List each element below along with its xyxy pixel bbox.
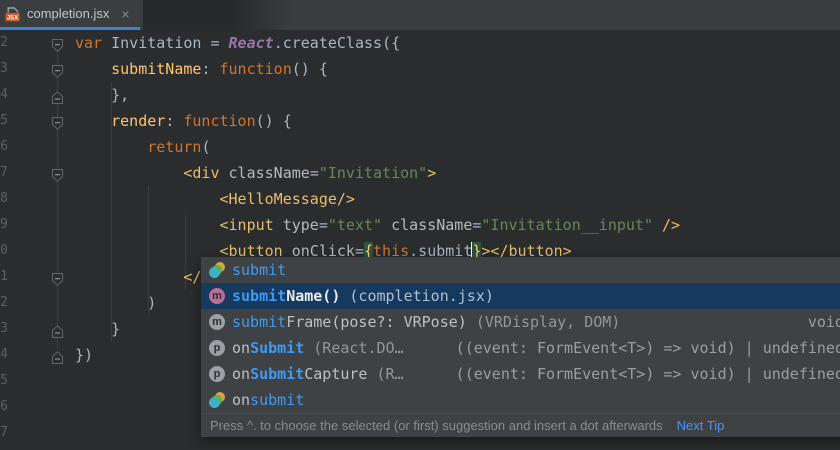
fold-marker-icon[interactable] <box>51 113 64 128</box>
completion-label-part: (VRDisplay, DOM) <box>467 309 621 335</box>
code-text: return( <box>75 134 210 160</box>
completion-label-part: Submit <box>250 361 304 387</box>
code-text: <input type="text" className="Invitation… <box>75 212 680 238</box>
fold-marker-icon[interactable] <box>51 321 64 336</box>
tab-title: completion.jsx <box>27 6 109 22</box>
code-line[interactable]: 3 submitName: function() { <box>0 56 840 82</box>
code-text: } <box>75 316 120 342</box>
line-number: 14 <box>0 342 8 368</box>
code-text: ) <box>75 290 156 316</box>
line-number: 17 <box>0 420 8 446</box>
line-number: 15 <box>0 368 8 394</box>
completion-label-part: submit <box>232 257 286 283</box>
line-number: 4 <box>0 82 8 108</box>
code-line[interactable]: 9 <input type="text" className="Invitati… <box>0 212 840 238</box>
completion-label-part: Frame(pose?: VRPose) <box>286 309 467 335</box>
completion-item[interactable]: msubmitName() (completion.jsx) <box>201 283 840 309</box>
completion-label-part: Name() <box>286 283 340 309</box>
code-text: var Invitation = React.createClass({ <box>75 30 400 56</box>
line-number: 10 <box>0 238 8 264</box>
completion-label-part: submit <box>232 283 286 309</box>
line-number: 9 <box>0 212 8 238</box>
variants-icon <box>209 392 225 408</box>
completion-label-part: (R… <box>367 361 403 387</box>
tab-bar-shade <box>143 0 293 30</box>
completion-type-hint: ((event: FormEvent<T>) => void) | undefi… <box>456 361 840 387</box>
line-number: 7 <box>0 160 8 186</box>
line-number: 8 <box>0 186 8 212</box>
tab-close-icon[interactable]: × <box>121 7 129 21</box>
completion-item[interactable]: submit <box>201 257 840 283</box>
line-number: 11 <box>0 264 8 290</box>
completion-label-part: Capture <box>304 361 367 387</box>
code-text: <HelloMessage/> <box>75 186 355 212</box>
hint-text: Press ^. to choose the selected (or firs… <box>210 418 663 433</box>
fold-marker-icon[interactable] <box>51 35 64 50</box>
completion-label-part: (completion.jsx) <box>340 283 494 309</box>
line-number: 13 <box>0 316 8 342</box>
code-line[interactable]: 2 var Invitation = React.createClass({ <box>0 30 840 56</box>
completion-label-part: on <box>232 361 250 387</box>
fold-marker-icon[interactable] <box>51 269 64 284</box>
completion-label-part: on <box>232 387 250 413</box>
svg-text:JSX: JSX <box>7 15 18 21</box>
jsx-file-icon: JSX <box>5 6 21 22</box>
completion-item[interactable]: onsubmit <box>201 387 840 413</box>
editor-tab-bar: JSX completion.jsx × <box>0 0 840 30</box>
method-icon: m <box>209 288 225 304</box>
completion-hint-bar: Press ^. to choose the selected (or firs… <box>201 413 840 437</box>
code-line[interactable]: 7 <div className="Invitation"> <box>0 160 840 186</box>
completion-label-part: (React.DO… <box>304 335 403 361</box>
completion-item[interactable]: ponSubmitCapture (R… ((event: FormEvent<T… <box>201 361 840 387</box>
fold-marker-icon[interactable] <box>51 61 64 76</box>
code-line[interactable]: 5 render: function() { <box>0 108 840 134</box>
fold-marker-icon[interactable] <box>51 87 64 102</box>
line-number: 12 <box>0 290 8 316</box>
completion-label-part: submit <box>250 387 304 413</box>
completion-label-part: submit <box>232 309 286 335</box>
completion-popup: submitmsubmitName() (completion.jsx)msub… <box>201 257 840 437</box>
completion-type-hint: ((event: FormEvent<T>) => void) | undefi… <box>456 335 840 361</box>
variants-icon <box>209 262 225 278</box>
method-icon: m <box>209 314 225 330</box>
completion-label-part: Submit <box>250 335 304 361</box>
line-number: 2 <box>0 30 8 56</box>
code-line[interactable]: 4 }, <box>0 82 840 108</box>
code-text: }, <box>75 82 129 108</box>
completion-item[interactable]: ponSubmit (React.DO… ((event: FormEvent<T… <box>201 335 840 361</box>
property-icon: p <box>209 366 225 382</box>
code-line[interactable]: 6 return( <box>0 134 840 160</box>
fold-marker-icon[interactable] <box>51 165 64 180</box>
code-text: submitName: function() { <box>75 56 328 82</box>
line-number: 16 <box>0 394 8 420</box>
line-number: 6 <box>0 134 8 160</box>
next-tip-link[interactable]: Next Tip <box>677 418 725 433</box>
code-text: render: function() { <box>75 108 292 134</box>
completion-list: submitmsubmitName() (completion.jsx)msub… <box>201 257 840 413</box>
completion-item[interactable]: msubmitFrame(pose?: VRPose) (VRDisplay, … <box>201 309 840 335</box>
line-number: 3 <box>0 56 8 82</box>
code-text: <div className="Invitation"> <box>75 160 436 186</box>
property-icon: p <box>209 340 225 356</box>
fold-marker-icon[interactable] <box>51 347 64 362</box>
line-number: 5 <box>0 108 8 134</box>
completion-type-hint: void <box>808 309 840 335</box>
code-text: }) <box>75 342 93 368</box>
tab-completion-jsx[interactable]: JSX completion.jsx × <box>0 0 140 30</box>
code-line[interactable]: 8 <HelloMessage/> <box>0 186 840 212</box>
completion-label-part: on <box>232 335 250 361</box>
